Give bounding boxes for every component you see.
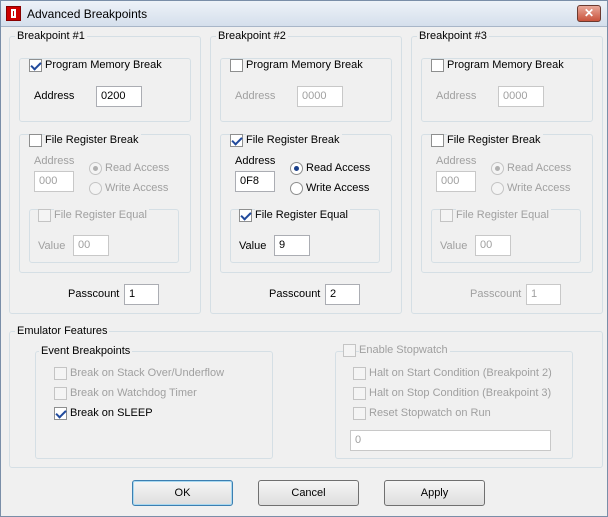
bp3-write-access-label: Write Access [507, 182, 571, 194]
bp1-file-register-equal-checkbox[interactable] [38, 209, 51, 222]
bp3-fr-address-input[interactable]: 000 [436, 171, 476, 192]
emulator-features-title: Emulator Features [15, 325, 110, 337]
bp1-program-memory-checkbox[interactable] [29, 59, 42, 72]
halt-stop-label: Halt on Stop Condition (Breakpoint 3) [369, 387, 552, 399]
advanced-breakpoints-dialog: Advanced Breakpoints ✕ Breakpoint #1 Pro… [0, 0, 608, 517]
reset-stopwatch-checkbox[interactable] [353, 407, 366, 420]
bp3-address-input[interactable]: 0000 [498, 86, 544, 107]
bp2-read-access-radio[interactable] [290, 162, 303, 175]
halt-stop-checkbox[interactable] [353, 387, 366, 400]
bp2-address-label: Address [235, 90, 276, 102]
enable-stopwatch-label: Enable Stopwatch [359, 344, 450, 356]
bp1-address-input[interactable]: 0200 [96, 86, 142, 107]
bp1-value-input[interactable]: 00 [73, 235, 109, 256]
bp2-value-label: Value [239, 240, 267, 252]
window-title: Advanced Breakpoints [27, 7, 148, 21]
bp3-program-memory-checkbox[interactable] [431, 59, 444, 72]
bp3-read-access-radio[interactable] [491, 162, 504, 175]
bp2-file-register-equal-checkbox[interactable] [239, 209, 252, 222]
break-sleep-checkbox[interactable] [54, 407, 67, 420]
bp2-passcount-input[interactable]: 2 [325, 284, 360, 305]
bp2-value-input[interactable]: 9 [274, 235, 310, 256]
bp2-write-access-radio[interactable] [290, 182, 303, 195]
bp1-passcount-input[interactable]: 1 [124, 284, 159, 305]
cancel-button[interactable]: Cancel [258, 480, 359, 506]
apply-button[interactable]: Apply [384, 480, 485, 506]
bp1-fr-address-label: Address [34, 155, 75, 167]
bp1-value-label: Value [38, 240, 66, 252]
app-icon [6, 6, 21, 21]
bp3-file-register-equal-label: File Register Equal [456, 209, 551, 221]
bp1-write-access-radio[interactable] [89, 182, 102, 195]
breakpoint-1-title: Breakpoint #1 [15, 30, 87, 42]
bp3-read-access-label: Read Access [507, 162, 572, 174]
bp3-file-register-label: File Register Break [447, 134, 543, 146]
bp2-passcount-label: Passcount [269, 288, 321, 300]
ok-button[interactable]: OK [132, 480, 233, 506]
break-watchdog-label: Break on Watchdog Timer [70, 387, 197, 399]
title-bar: Advanced Breakpoints ✕ [1, 1, 607, 27]
bp1-address-label: Address [34, 90, 75, 102]
bp2-file-register-checkbox[interactable] [230, 134, 243, 147]
bp3-address-label: Address [436, 90, 477, 102]
bp3-file-register-checkbox[interactable] [431, 134, 444, 147]
bp2-file-register-equal-label: File Register Equal [255, 209, 350, 221]
reset-stopwatch-label: Reset Stopwatch on Run [369, 407, 491, 419]
bp2-fr-address-input[interactable]: 0F8 [235, 171, 275, 192]
halt-start-checkbox[interactable] [353, 367, 366, 380]
bp2-read-access-label: Read Access [306, 162, 371, 174]
bp3-value-input[interactable]: 00 [475, 235, 511, 256]
break-stack-checkbox[interactable] [54, 367, 67, 380]
halt-start-label: Halt on Start Condition (Breakpoint 2) [369, 367, 552, 379]
bp3-passcount-label: Passcount [470, 288, 522, 300]
bp3-fr-address-label: Address [436, 155, 477, 167]
bp1-file-register-checkbox[interactable] [29, 134, 42, 147]
bp1-fr-address-input[interactable]: 000 [34, 171, 74, 192]
bp2-address-input[interactable]: 0000 [297, 86, 343, 107]
break-sleep-label: Break on SLEEP [70, 407, 153, 419]
bp1-read-access-label: Read Access [105, 162, 170, 174]
stopwatch-value-field[interactable]: 0 [350, 430, 551, 451]
break-stack-label: Break on Stack Over/Underflow [70, 367, 225, 379]
bp1-program-memory-label: Program Memory Break [45, 59, 164, 71]
breakpoint-3-title: Breakpoint #3 [417, 30, 489, 42]
bp3-file-register-equal-checkbox[interactable] [440, 209, 453, 222]
bp3-value-label: Value [440, 240, 468, 252]
bp1-read-access-radio[interactable] [89, 162, 102, 175]
bp2-program-memory-checkbox[interactable] [230, 59, 243, 72]
bp2-file-register-label: File Register Break [246, 134, 342, 146]
break-watchdog-checkbox[interactable] [54, 387, 67, 400]
close-button[interactable]: ✕ [577, 5, 601, 22]
bp1-file-register-equal-label: File Register Equal [54, 209, 149, 221]
enable-stopwatch-checkbox[interactable] [343, 344, 356, 357]
bp3-program-memory-label: Program Memory Break [447, 59, 566, 71]
bp2-fr-address-label: Address [235, 155, 276, 167]
bp2-program-memory-label: Program Memory Break [246, 59, 365, 71]
bp1-file-register-label: File Register Break [45, 134, 141, 146]
breakpoint-2-title: Breakpoint #2 [216, 30, 288, 42]
bp1-write-access-label: Write Access [105, 182, 169, 194]
bp2-write-access-label: Write Access [306, 182, 370, 194]
bp3-passcount-input[interactable]: 1 [526, 284, 561, 305]
event-breakpoints-title: Event Breakpoints [39, 345, 133, 357]
bp1-passcount-label: Passcount [68, 288, 120, 300]
bp3-write-access-radio[interactable] [491, 182, 504, 195]
